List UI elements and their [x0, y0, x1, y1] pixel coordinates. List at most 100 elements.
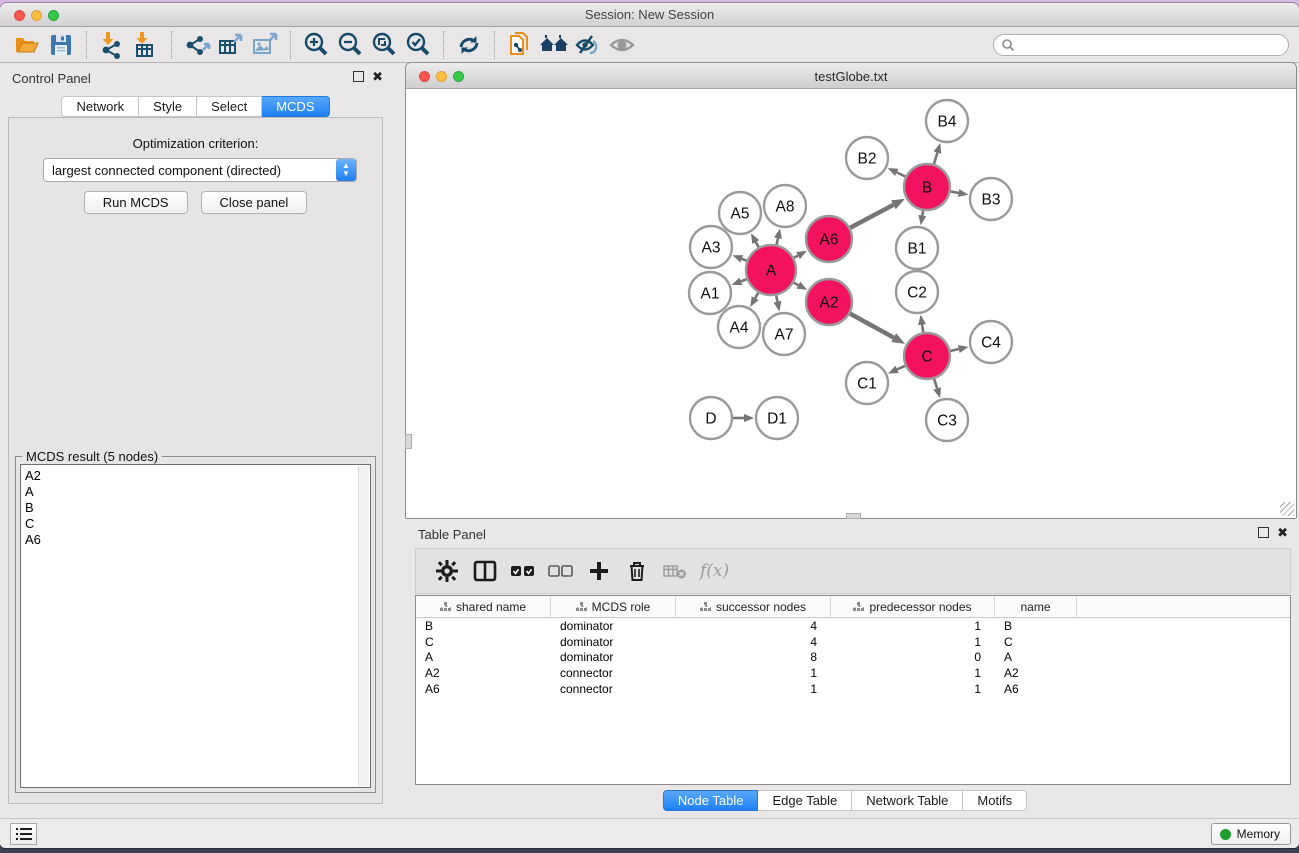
graph-node-A8[interactable]: A8	[764, 185, 806, 227]
table-cell[interactable]: 4	[676, 619, 831, 633]
graph-node-B1[interactable]: B1	[896, 227, 938, 269]
tab-node-table[interactable]: Node Table	[663, 790, 759, 811]
graph-node-C3[interactable]: C3	[926, 399, 968, 441]
graph-edge-A2-C[interactable]	[849, 313, 894, 338]
export-network-icon[interactable]	[180, 30, 214, 60]
table-settings-gear-icon[interactable]	[428, 553, 466, 589]
table-cell[interactable]: 4	[676, 635, 831, 649]
graph-edge-C-C1[interactable]	[897, 365, 906, 369]
graph-node-A5[interactable]: A5	[719, 192, 761, 234]
table-cell[interactable]: B	[995, 619, 1077, 633]
add-column-icon[interactable]	[580, 553, 618, 589]
first-neighbors-icon[interactable]	[503, 30, 537, 60]
open-session-icon[interactable]	[10, 30, 44, 60]
table-cell[interactable]: B	[416, 619, 551, 633]
tab-style[interactable]: Style	[139, 96, 197, 117]
graph-node-D[interactable]: D	[690, 397, 732, 439]
graph-node-C[interactable]: C	[904, 333, 950, 379]
memory-button[interactable]: Memory	[1211, 823, 1291, 845]
graph-node-B2[interactable]: B2	[846, 137, 888, 179]
table-cell[interactable]: A2	[995, 666, 1077, 680]
table-row[interactable]: A6connector11A6	[416, 681, 1290, 697]
table-cell[interactable]: A6	[995, 682, 1077, 696]
delete-column-icon[interactable]	[618, 553, 656, 589]
show-columns-icon[interactable]	[466, 553, 504, 589]
graph-node-B3[interactable]: B3	[970, 178, 1012, 220]
table-cell[interactable]: C	[995, 635, 1077, 649]
table-row[interactable]: Bdominator41B	[416, 618, 1290, 634]
tab-mcds[interactable]: MCDS	[262, 96, 329, 117]
table-cell[interactable]: dominator	[551, 635, 676, 649]
float-panel-icon[interactable]	[353, 71, 364, 82]
close-panel-icon[interactable]: ✖	[372, 71, 383, 82]
save-session-icon[interactable]	[44, 30, 78, 60]
table-cell[interactable]: dominator	[551, 619, 676, 633]
delete-table-icon[interactable]	[656, 553, 694, 589]
table-cell[interactable]: A	[416, 650, 551, 664]
function-builder-icon[interactable]: f(x)	[700, 561, 729, 581]
graph-node-A4[interactable]: A4	[718, 306, 760, 348]
tab-motifs[interactable]: Motifs	[963, 790, 1027, 811]
graph-node-D1[interactable]: D1	[756, 397, 798, 439]
graph-node-A2[interactable]: A2	[806, 279, 852, 325]
float-table-panel-icon[interactable]	[1258, 527, 1269, 538]
tab-edge-table[interactable]: Edge Table	[758, 790, 852, 811]
mcds-result-item[interactable]: C	[25, 516, 370, 532]
graph-node-C4[interactable]: C4	[970, 321, 1012, 363]
mcds-result-item[interactable]: B	[25, 500, 370, 516]
export-table-icon[interactable]	[214, 30, 248, 60]
table-row[interactable]: Cdominator41C	[416, 634, 1290, 650]
zoom-selected-icon[interactable]	[401, 30, 435, 60]
hide-graphics-details-icon[interactable]	[571, 30, 605, 60]
search-field[interactable]	[993, 34, 1289, 56]
table-cell[interactable]: 1	[831, 635, 995, 649]
graph-node-B4[interactable]: B4	[926, 100, 968, 142]
deselect-all-icon[interactable]	[542, 553, 580, 589]
table-cell[interactable]: 1	[831, 682, 995, 696]
select-all-icon[interactable]	[504, 553, 542, 589]
run-mcds-button[interactable]: Run MCDS	[84, 191, 188, 214]
column-header-shared-name[interactable]: shared name	[416, 596, 551, 617]
column-header-MCDS-role[interactable]: MCDS role	[551, 596, 676, 617]
column-header-predecessor-nodes[interactable]: predecessor nodes	[831, 596, 995, 617]
table-cell[interactable]: dominator	[551, 650, 676, 664]
graph-node-A3[interactable]: A3	[690, 226, 732, 268]
graph-node-B[interactable]: B	[904, 164, 950, 210]
zoom-fit-icon[interactable]	[367, 30, 401, 60]
graph-node-A[interactable]: A	[746, 245, 796, 295]
graph-node-A7[interactable]: A7	[763, 313, 805, 355]
table-cell[interactable]: A	[995, 650, 1077, 664]
table-cell[interactable]: 1	[676, 682, 831, 696]
refresh-layout-icon[interactable]	[452, 30, 486, 60]
zoom-in-icon[interactable]	[299, 30, 333, 60]
mcds-result-item[interactable]: A6	[25, 532, 370, 548]
task-history-button[interactable]	[10, 823, 37, 845]
table-cell[interactable]: C	[416, 635, 551, 649]
table-cell[interactable]: 1	[831, 666, 995, 680]
mcds-result-item[interactable]: A	[25, 484, 370, 500]
table-cell[interactable]: 1	[831, 619, 995, 633]
export-image-icon[interactable]	[248, 30, 282, 60]
column-header-name[interactable]: name	[995, 596, 1077, 617]
column-header-successor-nodes[interactable]: successor nodes	[676, 596, 831, 617]
close-table-panel-icon[interactable]: ✖	[1277, 527, 1288, 538]
network-graph[interactable]: B4B2BB3A8A5A6A3B1AA1C2A2A4A7C4CC1C3DD1	[406, 89, 1296, 518]
graph-edge-C-C4[interactable]	[949, 349, 958, 351]
optimization-criterion-dropdown[interactable]: largest connected component (directed) ▲…	[43, 158, 357, 182]
result-list-scrollbar[interactable]	[358, 466, 369, 786]
graph-node-C2[interactable]: C2	[896, 271, 938, 313]
home-views-icon[interactable]	[537, 30, 571, 60]
graph-edge-B-B4[interactable]	[934, 153, 938, 165]
splitter-handle-icon[interactable]	[405, 434, 412, 449]
import-table-icon[interactable]	[129, 30, 163, 60]
search-input[interactable]	[1015, 38, 1265, 52]
graph-node-A1[interactable]: A1	[689, 272, 731, 314]
graph-edge-A6-B[interactable]	[849, 205, 893, 228]
table-row[interactable]: A2connector11A2	[416, 665, 1290, 681]
table-cell[interactable]: connector	[551, 666, 676, 680]
table-cell[interactable]: A6	[416, 682, 551, 696]
table-cell[interactable]: A2	[416, 666, 551, 680]
show-graphics-details-icon[interactable]	[605, 30, 639, 60]
graph-node-C1[interactable]: C1	[846, 362, 888, 404]
graph-edge-C-C2[interactable]	[922, 325, 923, 334]
